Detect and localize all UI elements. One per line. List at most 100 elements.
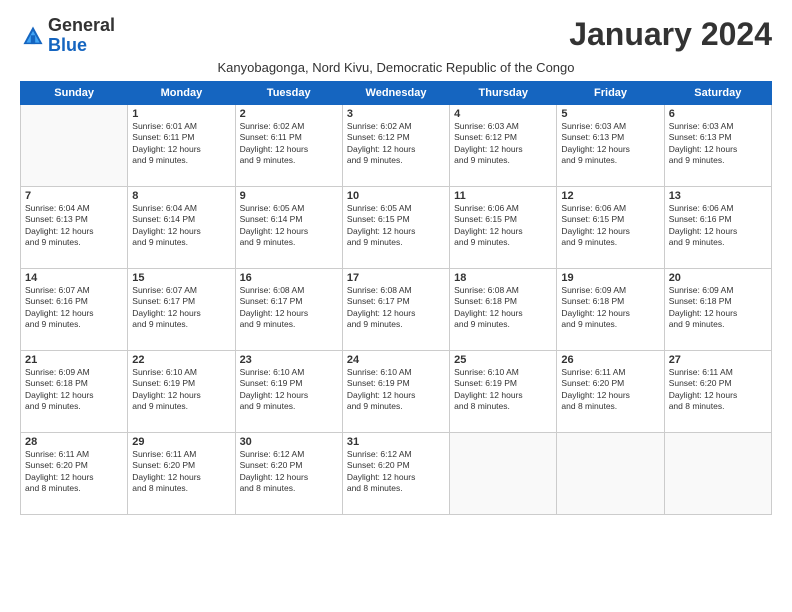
col-tuesday: Tuesday (235, 81, 342, 104)
day-info: Sunrise: 6:06 AMSunset: 6:15 PMDaylight:… (561, 203, 659, 249)
day-number: 19 (561, 272, 659, 284)
header: General Blue January 2024 (20, 16, 772, 56)
calendar-week-row: 7Sunrise: 6:04 AMSunset: 6:13 PMDaylight… (21, 186, 772, 268)
table-row: 2Sunrise: 6:02 AMSunset: 6:11 PMDaylight… (235, 104, 342, 186)
table-row: 20Sunrise: 6:09 AMSunset: 6:18 PMDayligh… (664, 268, 771, 350)
table-row: 23Sunrise: 6:10 AMSunset: 6:19 PMDayligh… (235, 350, 342, 432)
day-info: Sunrise: 6:01 AMSunset: 6:11 PMDaylight:… (132, 121, 230, 167)
day-number: 21 (25, 354, 123, 366)
table-row: 31Sunrise: 6:12 AMSunset: 6:20 PMDayligh… (342, 432, 449, 514)
day-number: 23 (240, 354, 338, 366)
table-row: 5Sunrise: 6:03 AMSunset: 6:13 PMDaylight… (557, 104, 664, 186)
day-info: Sunrise: 6:06 AMSunset: 6:16 PMDaylight:… (669, 203, 767, 249)
table-row: 30Sunrise: 6:12 AMSunset: 6:20 PMDayligh… (235, 432, 342, 514)
table-row (557, 432, 664, 514)
logo: General Blue (20, 16, 115, 56)
table-row: 11Sunrise: 6:06 AMSunset: 6:15 PMDayligh… (450, 186, 557, 268)
table-row: 14Sunrise: 6:07 AMSunset: 6:16 PMDayligh… (21, 268, 128, 350)
day-number: 13 (669, 190, 767, 202)
day-info: Sunrise: 6:10 AMSunset: 6:19 PMDaylight:… (240, 367, 338, 413)
col-saturday: Saturday (664, 81, 771, 104)
table-row: 17Sunrise: 6:08 AMSunset: 6:17 PMDayligh… (342, 268, 449, 350)
day-info: Sunrise: 6:11 AMSunset: 6:20 PMDaylight:… (561, 367, 659, 413)
table-row: 18Sunrise: 6:08 AMSunset: 6:18 PMDayligh… (450, 268, 557, 350)
calendar-week-row: 28 Sunrise: 6:11 AMSunset: 6:20 PMDayligh… (21, 432, 772, 514)
day-info: Sunrise: 6:03 AMSunset: 6:13 PMDaylight:… (561, 121, 659, 167)
calendar-body: 1Sunrise: 6:01 AMSunset: 6:11 PMDaylight… (21, 104, 772, 514)
day-number: 5 (561, 108, 659, 120)
day-info: Sunrise: 6:08 AMSunset: 6:17 PMDaylight:… (240, 285, 338, 331)
table-row: 8Sunrise: 6:04 AMSunset: 6:14 PMDaylight… (128, 186, 235, 268)
col-thursday: Thursday (450, 81, 557, 104)
day-info: Sunrise: 6:03 AMSunset: 6:12 PMDaylight:… (454, 121, 552, 167)
day-info: Sunrise: 6:04 AMSunset: 6:13 PMDaylight:… (25, 203, 123, 249)
logo-blue: Blue (48, 35, 87, 55)
day-number: 15 (132, 272, 230, 284)
day-number: 26 (561, 354, 659, 366)
day-info: Sunrise: 6:02 AMSunset: 6:12 PMDaylight:… (347, 121, 445, 167)
day-number: 11 (454, 190, 552, 202)
table-row (450, 432, 557, 514)
table-row: 24Sunrise: 6:10 AMSunset: 6:19 PMDayligh… (342, 350, 449, 432)
day-number: 28 (25, 436, 123, 448)
table-row: 15Sunrise: 6:07 AMSunset: 6:17 PMDayligh… (128, 268, 235, 350)
table-row: 13Sunrise: 6:06 AMSunset: 6:16 PMDayligh… (664, 186, 771, 268)
calendar: Sunday Monday Tuesday Wednesday Thursday… (20, 81, 772, 515)
table-row: 21Sunrise: 6:09 AMSunset: 6:18 PMDayligh… (21, 350, 128, 432)
day-info: Sunrise: 6:10 AMSunset: 6:19 PMDaylight:… (347, 367, 445, 413)
calendar-week-row: 14Sunrise: 6:07 AMSunset: 6:16 PMDayligh… (21, 268, 772, 350)
day-info: Sunrise: 6:09 AMSunset: 6:18 PMDaylight:… (669, 285, 767, 331)
day-info: Sunrise: 6:08 AMSunset: 6:17 PMDaylight:… (347, 285, 445, 331)
table-row: 25Sunrise: 6:10 AMSunset: 6:19 PMDayligh… (450, 350, 557, 432)
table-row (21, 104, 128, 186)
day-number: 18 (454, 272, 552, 284)
table-row: 12Sunrise: 6:06 AMSunset: 6:15 PMDayligh… (557, 186, 664, 268)
day-number: 14 (25, 272, 123, 284)
day-info: Sunrise: 6:03 AMSunset: 6:13 PMDaylight:… (669, 121, 767, 167)
col-friday: Friday (557, 81, 664, 104)
table-row: 27Sunrise: 6:11 AMSunset: 6:20 PMDayligh… (664, 350, 771, 432)
table-row: 10Sunrise: 6:05 AMSunset: 6:15 PMDayligh… (342, 186, 449, 268)
day-info: Sunrise: 6:05 AMSunset: 6:15 PMDaylight:… (347, 203, 445, 249)
calendar-week-row: 21Sunrise: 6:09 AMSunset: 6:18 PMDayligh… (21, 350, 772, 432)
day-number: 24 (347, 354, 445, 366)
day-info: Sunrise: 6:07 AMSunset: 6:17 PMDaylight:… (132, 285, 230, 331)
calendar-header-row: Sunday Monday Tuesday Wednesday Thursday… (21, 81, 772, 104)
day-number: 27 (669, 354, 767, 366)
day-info: Sunrise: 6:05 AMSunset: 6:14 PMDaylight:… (240, 203, 338, 249)
day-number: 12 (561, 190, 659, 202)
table-row: 7Sunrise: 6:04 AMSunset: 6:13 PMDaylight… (21, 186, 128, 268)
day-number: 1 (132, 108, 230, 120)
logo-icon (22, 25, 44, 47)
day-info: Sunrise: 6:12 AMSunset: 6:20 PMDaylight:… (347, 449, 445, 495)
day-info: Sunrise: 6:07 AMSunset: 6:16 PMDaylight:… (25, 285, 123, 331)
table-row: 9Sunrise: 6:05 AMSunset: 6:14 PMDaylight… (235, 186, 342, 268)
table-row: 29Sunrise: 6:11 AMSunset: 6:20 PMDayligh… (128, 432, 235, 514)
table-row: 22Sunrise: 6:10 AMSunset: 6:19 PMDayligh… (128, 350, 235, 432)
day-number: 29 (132, 436, 230, 448)
day-number: 9 (240, 190, 338, 202)
day-info: Sunrise: 6:02 AMSunset: 6:11 PMDaylight:… (240, 121, 338, 167)
day-info: Sunrise: 6:11 AMSunset: 6:20 PMDaylight:… (669, 367, 767, 413)
day-number: 31 (347, 436, 445, 448)
table-row: 6Sunrise: 6:03 AMSunset: 6:13 PMDaylight… (664, 104, 771, 186)
location: Kanyobagonga, Nord Kivu, Democratic Repu… (20, 60, 772, 75)
day-number: 20 (669, 272, 767, 284)
day-number: 6 (669, 108, 767, 120)
calendar-week-row: 1Sunrise: 6:01 AMSunset: 6:11 PMDaylight… (21, 104, 772, 186)
month-title: January 2024 (569, 16, 772, 53)
day-info: Sunrise: 6:12 AMSunset: 6:20 PMDaylight:… (240, 449, 338, 495)
day-number: 10 (347, 190, 445, 202)
col-sunday: Sunday (21, 81, 128, 104)
day-info: Sunrise: 6:10 AMSunset: 6:19 PMDaylight:… (454, 367, 552, 413)
day-number: 22 (132, 354, 230, 366)
table-row: 4Sunrise: 6:03 AMSunset: 6:12 PMDaylight… (450, 104, 557, 186)
day-info: Sunrise: 6:09 AMSunset: 6:18 PMDaylight:… (25, 367, 123, 413)
day-info: Sunrise: 6:11 AMSunset: 6:20 PMDaylight:… (132, 449, 230, 495)
table-row: 16Sunrise: 6:08 AMSunset: 6:17 PMDayligh… (235, 268, 342, 350)
day-number: 25 (454, 354, 552, 366)
logo-general: General (48, 15, 115, 35)
table-row: 26Sunrise: 6:11 AMSunset: 6:20 PMDayligh… (557, 350, 664, 432)
table-row: 28Sunrise: 6:11 AMSunset: 6:20 PMDayligh… (21, 432, 128, 514)
day-number: 17 (347, 272, 445, 284)
